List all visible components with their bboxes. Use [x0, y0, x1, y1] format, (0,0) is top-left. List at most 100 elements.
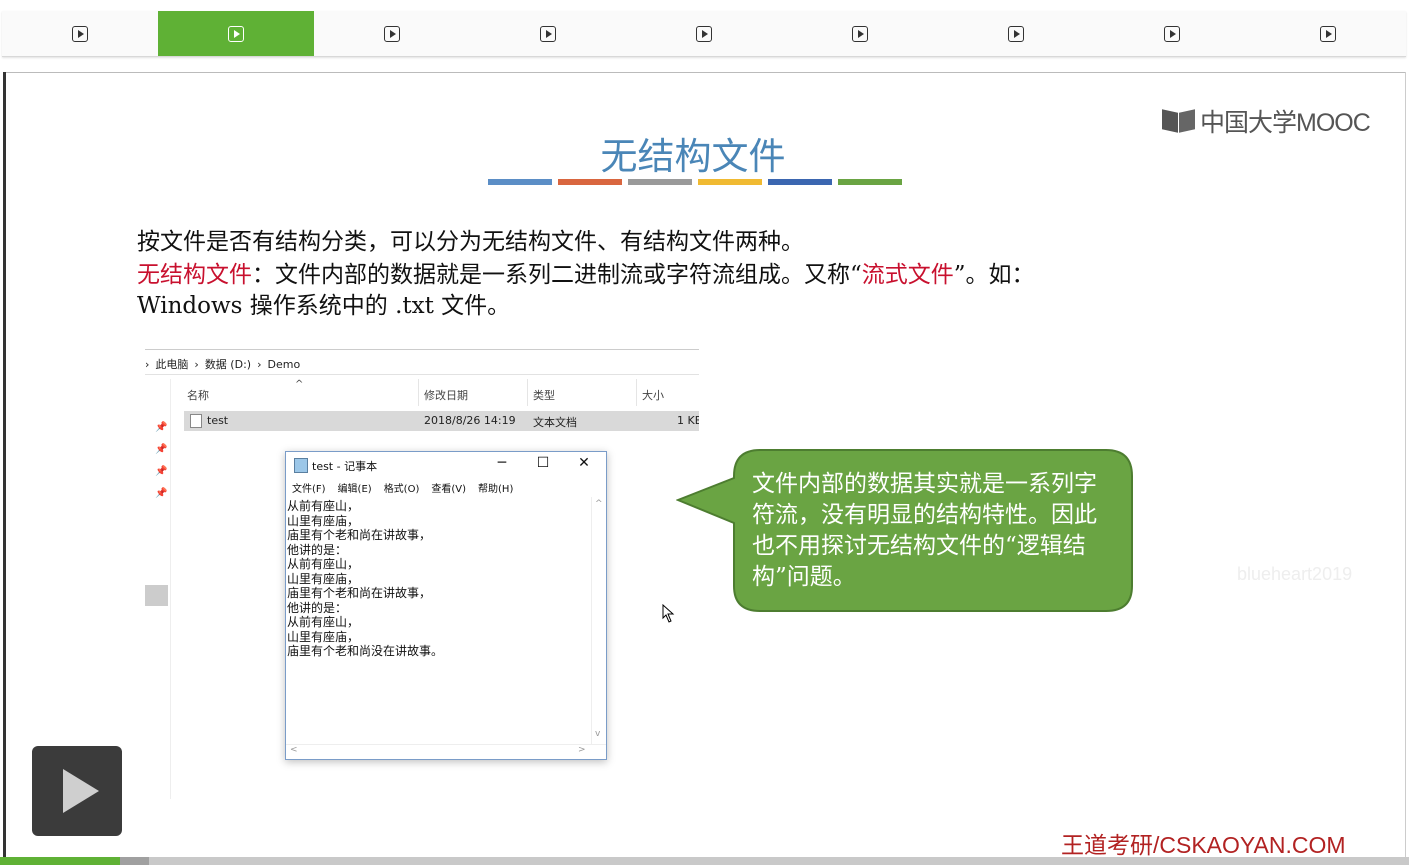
- play-icon: [696, 25, 712, 42]
- slide-frame-top: [3, 72, 1406, 73]
- play-icon: [1320, 25, 1336, 42]
- callout-text: 文件内部的数据其实就是一系列字符流，没有明显的结构特性。因此也不用探讨无结构文件…: [752, 471, 1097, 590]
- breadcrumb-demo[interactable]: Demo: [267, 358, 300, 371]
- term-stream-file: 流式文件: [861, 262, 954, 288]
- notepad-text-area[interactable]: 从前有座山， 山里有座庙， 庙里有个老和尚在讲故事， 他讲的是： 从前有座山， 山里有座庙…: [287, 499, 587, 744]
- watermark: blueheart2019: [1237, 564, 1353, 584]
- menu-view[interactable]: 查看(V): [431, 480, 466, 496]
- sidebar-scroll-thumb[interactable]: [145, 585, 168, 606]
- file-type: 文本文档: [533, 416, 577, 429]
- notepad-line: 他讲的是：: [287, 600, 348, 615]
- video-play-button[interactable]: [32, 746, 122, 836]
- line-2-text-b: ”。如：: [953, 262, 1035, 288]
- sort-chevron-up-icon: ^: [295, 379, 304, 390]
- mooc-logo: 中国大学MOOC: [1162, 106, 1371, 137]
- notepad-title: test - 记事本: [312, 460, 378, 473]
- scroll-left-icon[interactable]: <: [290, 745, 298, 755]
- notepad-line: 从前有座山，: [287, 499, 360, 513]
- slide-line-3: Windows 操作系统中的 .txt 文件。: [137, 293, 511, 319]
- scroll-down-icon[interactable]: v: [595, 729, 600, 739]
- breadcrumb-drive-d[interactable]: 数据 (D:): [205, 356, 251, 372]
- chapter-tab-6[interactable]: [782, 11, 938, 56]
- minimize-button[interactable]: ─: [492, 455, 512, 471]
- notepad-line: 山里有座庙，: [287, 513, 360, 528]
- line-2-text-a: ：文件内部的数据就是一系列二进制流或字符流组成。又称“: [252, 262, 862, 288]
- play-icon: [1164, 25, 1180, 42]
- chapter-tab-7[interactable]: [938, 11, 1094, 56]
- play-icon: [852, 25, 868, 42]
- brand-footer: 王道考研/CSKAOYAN.COM: [1061, 832, 1346, 858]
- chapter-tab-8[interactable]: [1094, 11, 1250, 56]
- notepad-line: 山里有座庙，: [287, 571, 360, 586]
- breadcrumb-sep: ›: [257, 357, 262, 371]
- notepad-menubar: 文件(F) 编辑(E) 格式(O) 查看(V) 帮助(H): [286, 480, 612, 496]
- mouse-cursor-icon: [662, 604, 675, 623]
- term-unstructured-file: 无结构文件: [137, 262, 252, 288]
- notepad-line: 从前有座山，: [287, 557, 360, 571]
- menu-edit[interactable]: 编辑(E): [338, 480, 372, 496]
- text-file-icon: [190, 414, 202, 428]
- pin-icon[interactable]: 📌: [155, 466, 167, 477]
- title-bar-segment: [698, 179, 762, 185]
- slide-line-2: 无结构文件：文件内部的数据就是一系列二进制流或字符流组成。又称“流式文件”。如：: [137, 255, 1035, 289]
- chapter-tab-bar: [2, 11, 1406, 57]
- notepad-line: 庙里有个老和尚没在讲故事。: [287, 644, 444, 658]
- chapter-tab-3[interactable]: [314, 11, 470, 56]
- chapter-tab-9[interactable]: [1250, 11, 1406, 56]
- play-icon: [1008, 25, 1024, 42]
- menu-help[interactable]: 帮助(H): [478, 480, 513, 496]
- column-header-size[interactable]: 大小: [642, 387, 664, 403]
- video-buffered-bar: [119, 857, 150, 865]
- play-icon: [228, 25, 244, 42]
- play-icon: [72, 25, 88, 42]
- breadcrumb-sep: ›: [194, 357, 199, 371]
- explorer-breadcrumb: › 此电脑 › 数据 (D:) › Demo: [145, 355, 300, 373]
- chapter-tab-2[interactable]: [158, 11, 314, 56]
- video-progress-bar[interactable]: [0, 857, 1409, 865]
- chapter-tab-4[interactable]: [470, 11, 626, 56]
- breadcrumb-this-pc[interactable]: 此电脑: [155, 356, 188, 372]
- column-header-name[interactable]: 名称: [187, 387, 209, 403]
- notepad-titlebar[interactable]: test - 记事本 ─ ☐ ✕: [286, 452, 606, 479]
- file-modified: 2018/8/26 14:19: [424, 414, 516, 427]
- title-bar-segment: [768, 179, 832, 185]
- notepad-line: 山里有座庙，: [287, 629, 360, 644]
- column-header-type[interactable]: 类型: [533, 387, 555, 403]
- pin-icon[interactable]: 📌: [155, 488, 167, 499]
- play-icon: [540, 25, 556, 42]
- scroll-right-icon[interactable]: >: [578, 745, 586, 755]
- pin-icon[interactable]: 📌: [155, 422, 167, 433]
- slide-line-1: 按文件是否有结构分类，可以分为无结构文件、有结构文件两种。: [137, 229, 804, 255]
- title-bar-segment: [628, 179, 692, 185]
- mooc-logo-text: 中国大学MOOC: [1200, 109, 1371, 137]
- video-played-bar: [0, 857, 120, 865]
- horizontal-scrollbar[interactable]: < >: [286, 744, 606, 758]
- title-bar-segment: [838, 179, 902, 185]
- pin-icon[interactable]: 📌: [155, 444, 167, 455]
- play-icon: [384, 25, 400, 42]
- slide-frame-left: [3, 72, 6, 862]
- file-name: test: [190, 414, 228, 428]
- title-bar-segment: [558, 179, 622, 185]
- notepad-line: 庙里有个老和尚在讲故事，: [287, 528, 432, 542]
- maximize-button[interactable]: ☐: [533, 455, 553, 471]
- breadcrumb-sep: ›: [145, 357, 150, 371]
- notepad-line: 庙里有个老和尚在讲故事，: [287, 586, 432, 600]
- chapter-tab-5[interactable]: [626, 11, 782, 56]
- notepad-line: 从前有座山，: [287, 615, 360, 629]
- column-header-modified[interactable]: 修改日期: [424, 387, 468, 403]
- title-bar-segment: [488, 179, 552, 185]
- notepad-icon: [294, 458, 308, 473]
- slide-title: 无结构文件: [600, 135, 786, 178]
- vertical-scrollbar[interactable]: ^ v: [591, 497, 605, 744]
- menu-format[interactable]: 格式(O): [384, 480, 420, 496]
- scroll-up-icon[interactable]: ^: [595, 499, 603, 509]
- title-underline-bars: [488, 179, 902, 185]
- notepad-line: 他讲的是：: [287, 542, 348, 557]
- chapter-tab-1[interactable]: [2, 11, 158, 56]
- close-button[interactable]: ✕: [574, 455, 594, 471]
- slide-frame-right: [1405, 72, 1406, 862]
- notepad-window: test - 记事本 ─ ☐ ✕ 文件(F) 编辑(E) 格式(O) 查看(V)…: [285, 451, 607, 760]
- mooc-book-icon: [1162, 108, 1198, 134]
- menu-file[interactable]: 文件(F): [292, 480, 326, 496]
